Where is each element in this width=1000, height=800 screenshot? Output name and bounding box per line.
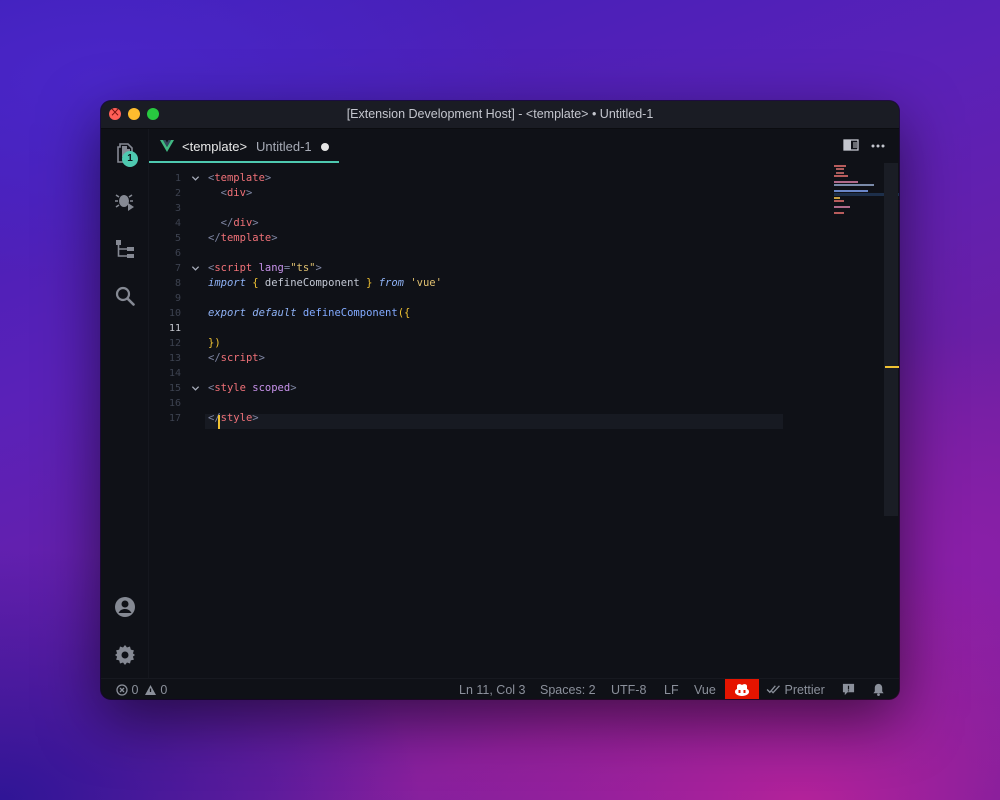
line-number: 5 <box>174 233 181 244</box>
code-line[interactable]: </style> <box>208 411 259 426</box>
search-icon[interactable] <box>113 284 137 308</box>
line-number: 17 <box>168 413 181 424</box>
explorer-badge: 1 <box>122 151 138 167</box>
vertical-scrollbar[interactable] <box>884 163 898 516</box>
problems-indicator[interactable]: 0 0 <box>116 682 167 698</box>
scrollbar-cursor-marker <box>885 366 899 368</box>
gear-icon[interactable] <box>113 643 137 667</box>
error-count: 0 <box>131 683 139 697</box>
notifications-bell-icon[interactable] <box>872 683 885 699</box>
window-title: [Extension Development Host] - <template… <box>346 107 654 121</box>
copilot-icon <box>735 684 749 696</box>
code-line[interactable]: <script lang="ts"> <box>208 261 322 276</box>
unsaved-dot-icon[interactable] <box>321 143 329 151</box>
code-line[interactable]: import { defineComponent } from 'vue' <box>208 276 442 291</box>
line-number: 1 <box>174 173 181 184</box>
line-number: 13 <box>168 353 181 364</box>
tab-untitled-1[interactable]: <template> Untitled-1 <box>149 129 339 163</box>
line-number: 10 <box>168 308 181 319</box>
code-line[interactable]: </script> <box>208 351 265 366</box>
line-number: 3 <box>174 203 181 214</box>
code-editor[interactable]: 1 2 3 4 5 6 7 8 9 10 11 12 13 14 15 16 17 <template> <di… <box>149 163 899 678</box>
tab-bar: <template> Untitled-1 <box>149 129 899 163</box>
copilot-status-button[interactable] <box>725 679 759 699</box>
vscode-window: [Extension Development Host] - <template… <box>101 101 899 699</box>
file-encoding[interactable]: UTF-8 <box>611 682 646 698</box>
indentation-setting[interactable]: Spaces: 2 <box>540 682 596 698</box>
status-bar: 0 0 Ln 11, Col 3 Spaces: 2 UTF-8 LF Vue … <box>101 678 899 699</box>
line-number: 11 <box>168 323 181 334</box>
line-number: 16 <box>168 398 181 409</box>
line-number: 8 <box>174 278 181 289</box>
text-cursor <box>218 415 220 429</box>
title-bar: [Extension Development Host] - <template… <box>101 101 899 129</box>
tab-label: <template> <box>182 139 248 154</box>
code-line[interactable]: }) <box>208 336 221 351</box>
cursor-position[interactable]: Ln 11, Col 3 <box>459 682 525 698</box>
tab-filename: Untitled-1 <box>256 139 312 154</box>
more-actions-icon[interactable] <box>870 137 886 155</box>
error-icon <box>116 684 128 696</box>
code-line[interactable]: <div> <box>208 186 253 201</box>
vue-icon <box>160 140 174 152</box>
fold-chevron-icon[interactable] <box>191 171 201 186</box>
end-of-line[interactable]: LF <box>664 682 679 698</box>
line-number: 4 <box>174 218 181 229</box>
line-number: 12 <box>168 338 181 349</box>
fold-chevron-icon[interactable] <box>191 381 201 396</box>
line-number: 7 <box>174 263 181 274</box>
feedback-icon[interactable] <box>842 683 855 699</box>
line-number: 6 <box>174 248 181 259</box>
line-number: 15 <box>168 383 181 394</box>
language-mode[interactable]: Vue <box>694 682 716 698</box>
prettier-label: Prettier <box>784 683 825 697</box>
warning-icon <box>144 685 156 695</box>
double-check-icon <box>766 685 780 694</box>
code-line[interactable]: <style scoped> <box>208 381 297 396</box>
split-editor-icon[interactable] <box>843 137 859 155</box>
code-line[interactable]: </div> <box>208 216 259 231</box>
line-number: 14 <box>168 368 181 379</box>
code-line[interactable]: <template> <box>208 171 271 186</box>
activity-bar: 1 <box>101 129 149 678</box>
warning-count: 0 <box>160 683 168 697</box>
line-number: 9 <box>174 293 181 304</box>
code-line[interactable]: export default defineComponent({ <box>208 306 410 321</box>
fold-chevron-icon[interactable] <box>191 261 201 276</box>
account-icon[interactable] <box>113 595 137 619</box>
debug-icon[interactable] <box>113 188 137 212</box>
code-line[interactable]: </template> <box>208 231 278 246</box>
current-line-highlight <box>205 414 783 429</box>
line-number: 2 <box>174 188 181 199</box>
prettier-status[interactable]: Prettier <box>766 682 825 698</box>
source-tree-icon[interactable] <box>113 237 137 261</box>
